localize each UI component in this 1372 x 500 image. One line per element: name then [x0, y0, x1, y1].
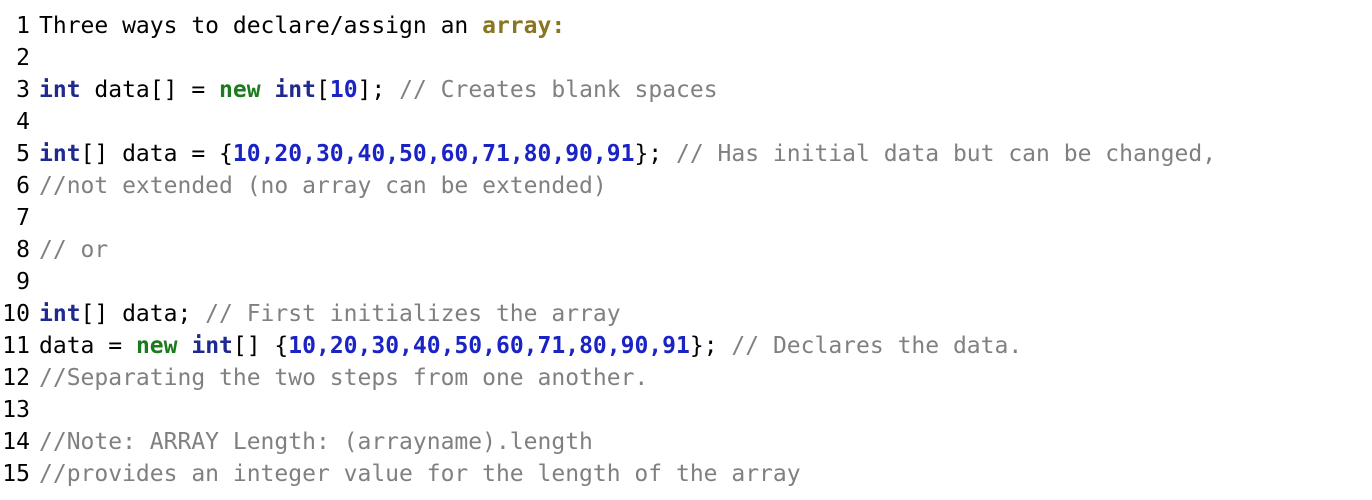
code-text[interactable]: //not extended (no array can be extended… [30, 170, 607, 202]
code-line[interactable]: 1 Three ways to declare/assign an array: [0, 10, 1372, 42]
code-comment: //Note: ARRAY Length: (arrayname).length [39, 429, 593, 455]
number-literal: 10,20,30,40,50,60,71,80,90,91 [232, 141, 635, 167]
code-text[interactable] [30, 394, 39, 426]
code-text[interactable]: //provides an integer value for the leng… [30, 458, 801, 490]
code-line[interactable]: 11 data = new int[] {10,20,30,40,50,60,71… [0, 330, 1372, 362]
type-keyword: int [39, 301, 81, 327]
code-line[interactable]: 14 //Note: ARRAY Length: (arrayname).leng… [0, 426, 1372, 458]
line-number: 12 [2, 365, 30, 391]
line-number: 13 [2, 397, 30, 423]
code-token: [] data = { [80, 141, 233, 167]
code-line[interactable]: 5 int[] data = {10,20,30,40,50,60,71,80,9… [0, 138, 1372, 170]
code-comment: // Has initial data but can be changed, [676, 141, 1217, 167]
line-number: 7 [16, 205, 30, 231]
highlighted-word: array: [482, 13, 566, 39]
line-number: 1 [16, 13, 30, 39]
code-token: [] { [232, 333, 289, 359]
code-comment: // or [39, 237, 109, 263]
type-keyword: int [39, 141, 81, 167]
line-number: 10 [2, 301, 30, 327]
code-line[interactable]: 3 int data[] = new int[10]; // Creates bl… [0, 74, 1372, 106]
code-text[interactable] [30, 42, 39, 74]
code-line[interactable]: 8 // or [0, 234, 1372, 266]
type-keyword: int [39, 77, 81, 103]
code-comment: //not extended (no array can be extended… [39, 173, 607, 199]
code-text[interactable]: //Note: ARRAY Length: (arrayname).length [30, 426, 593, 458]
code-token: data = [39, 333, 136, 359]
line-number: 6 [16, 173, 30, 199]
line-number: 14 [2, 429, 30, 455]
code-comment: // Declares the data. [731, 333, 1023, 359]
line-number: 8 [16, 237, 30, 263]
code-text[interactable]: int[] data; // First initializes the arr… [30, 298, 621, 330]
code-line[interactable]: 4 [0, 106, 1372, 138]
code-token: ]; [357, 77, 400, 103]
line-number: 5 [16, 141, 30, 167]
code-text[interactable] [30, 266, 39, 298]
code-line[interactable]: 2 [0, 42, 1372, 74]
code-line[interactable]: 6 //not extended (no array can be extende… [0, 170, 1372, 202]
code-text[interactable]: //Separating the two steps from one anot… [30, 362, 648, 394]
code-text[interactable]: // or [30, 234, 108, 266]
code-line[interactable]: 10 int[] data; // First initializes the a… [0, 298, 1372, 330]
line-number: 4 [16, 109, 30, 135]
code-line[interactable]: 15 //provides an integer value for the le… [0, 458, 1372, 490]
code-line[interactable]: 13 [0, 394, 1372, 426]
line-number: 3 [16, 77, 30, 103]
code-text[interactable] [30, 202, 39, 234]
code-text[interactable]: Three ways to declare/assign an array: [30, 10, 565, 42]
code-token: [ [315, 77, 330, 103]
code-text[interactable]: int data[] = new int[10]; // Creates bla… [30, 74, 718, 106]
code-text[interactable]: data = new int[] {10,20,30,40,50,60,71,8… [30, 330, 1022, 362]
line-number: 11 [2, 333, 30, 359]
code-text[interactable]: int[] data = {10,20,30,40,50,60,71,80,90… [30, 138, 1216, 170]
code-comment: // First initializes the array [205, 301, 621, 327]
code-comment: // Creates blank spaces [399, 77, 718, 103]
new-keyword: new [219, 77, 261, 103]
new-keyword: new [135, 333, 178, 359]
code-token: data[] = [80, 77, 220, 103]
code-line[interactable]: 9 [0, 266, 1372, 298]
line-number: 15 [2, 461, 30, 487]
code-line[interactable]: 7 [0, 202, 1372, 234]
code-token: }; [634, 141, 676, 167]
type-keyword: int [191, 333, 233, 359]
line-number: 2 [16, 45, 30, 71]
code-comment: //provides an integer value for the leng… [39, 461, 801, 487]
number-literal: 10,20,30,40,50,60,71,80,90,91 [288, 333, 690, 359]
line-number: 9 [16, 269, 30, 295]
code-line[interactable]: 12 //Separating the two steps from one an… [0, 362, 1372, 394]
code-token: [] data; [80, 301, 206, 327]
code-token: }; [689, 333, 732, 359]
code-text[interactable] [30, 106, 39, 138]
code-editor[interactable]: 1 Three ways to declare/assign an array: 2… [0, 0, 1372, 500]
number-literal: 10 [329, 77, 358, 103]
type-keyword: int [274, 77, 316, 103]
code-token: Three ways to declare/assign an [39, 13, 483, 39]
code-comment: //Separating the two steps from one anot… [39, 365, 649, 391]
